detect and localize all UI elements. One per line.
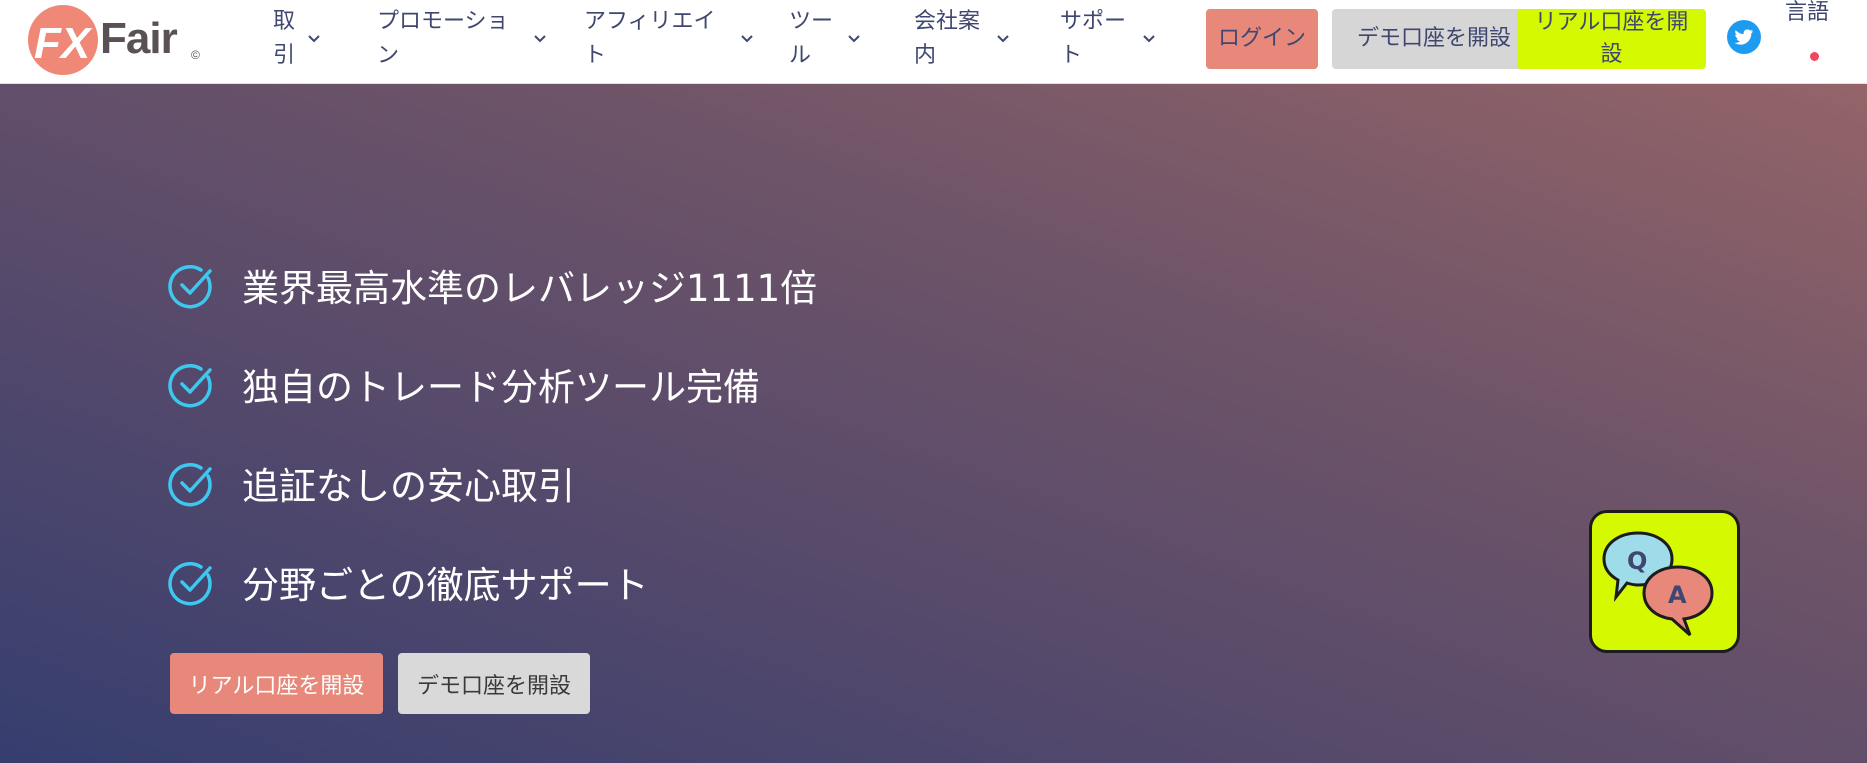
nav-company[interactable]: 会社案内 [914,4,1010,74]
feature-text: 独自のトレード分析ツール完備 [242,366,760,409]
twitter-icon[interactable] [1727,20,1761,54]
check-circle-icon [168,363,212,408]
nav-tools-label: ツール [789,9,834,68]
nav-trading-label: 取引 [273,9,296,68]
site-header: FX Fair © 取引 プロモーション アフィリエイト ツール 会社案内 サポ… [0,0,1867,84]
nav-promotion-label: プロモーション [377,9,509,68]
twitter-bird-icon [1734,28,1754,45]
open-demo-account-button[interactable]: デモ口座を開設 [1332,9,1536,69]
qa-a-letter: A [1668,581,1687,609]
feature-support: 分野ごとの徹底サポート [168,556,649,608]
chevron-down-icon [848,35,860,43]
chevron-down-icon [997,35,1009,43]
nav-company-label: 会社案内 [914,9,981,68]
feature-text: 業界最高水準のレバレッジ1111倍 [242,267,818,310]
japan-flag-icon[interactable] [1810,52,1819,61]
chevron-down-icon [741,35,753,43]
site-logo[interactable]: FX Fair © [28,3,204,77]
nav-trading[interactable]: 取引 [273,4,321,74]
logo-mark-icon: FX [28,5,98,75]
feature-leverage: 業界最高水準のレバレッジ1111倍 [168,259,817,311]
feature-text: 分野ごとの徹底サポート [242,564,649,607]
logo-text: Fair [100,14,178,63]
svg-text:FX: FX [34,19,93,68]
nav-support[interactable]: サポート [1060,4,1156,74]
chevron-down-icon [308,35,320,43]
chevron-down-icon [534,35,546,43]
qa-chat-button[interactable]: Q A [1589,510,1740,653]
nav-support-label: サポート [1060,9,1127,68]
feature-no-margin-call: 追証なしの安心取引 [168,457,575,509]
logo-copyright-mark: © [191,48,200,62]
hero-open-demo-account-button[interactable]: デモ口座を開設 [398,653,590,714]
check-circle-icon [168,264,212,309]
feature-text: 追証なしの安心取引 [242,465,575,508]
open-real-account-button[interactable]: リアル口座を開設 [1517,9,1706,69]
nav-affiliate[interactable]: アフィリエイト [584,4,754,74]
login-button[interactable]: ログイン [1206,9,1318,69]
qa-speech-bubbles-icon: Q A [1602,531,1714,637]
qa-q-letter: Q [1627,547,1647,575]
feature-analysis-tools: 独自のトレード分析ツール完備 [168,358,760,410]
nav-promotion[interactable]: プロモーション [377,4,547,74]
hero-open-real-account-button[interactable]: リアル口座を開設 [170,653,383,714]
nav-tools[interactable]: ツール [789,4,861,74]
check-circle-icon [168,561,212,606]
chevron-down-icon [1143,35,1155,43]
language-selector[interactable]: 言語 [1785,0,1829,26]
check-circle-icon [168,462,212,507]
nav-affiliate-label: アフィリエイト [584,9,716,68]
